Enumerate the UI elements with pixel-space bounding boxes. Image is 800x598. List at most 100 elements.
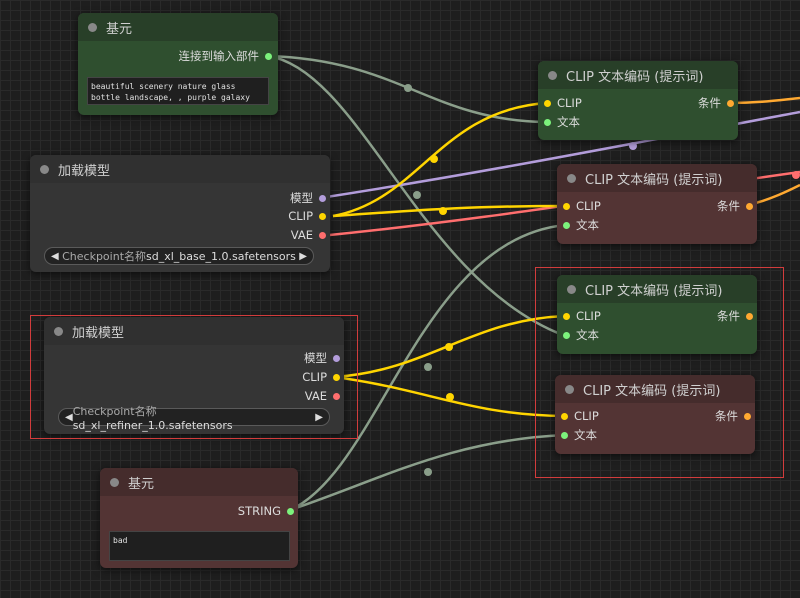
wire-midpoint[interactable] xyxy=(404,84,412,92)
port-dot-icon[interactable] xyxy=(746,312,753,320)
output-port-model[interactable]: 模型 xyxy=(290,190,326,206)
input-port-text[interactable]: 文本 xyxy=(563,217,599,233)
port-dot-icon[interactable] xyxy=(333,373,340,381)
wire-midpoint[interactable] xyxy=(430,155,438,163)
combo-right-arrow-icon[interactable]: ▶ xyxy=(299,251,307,262)
combo-left-arrow-icon[interactable]: ◀ xyxy=(51,251,59,262)
node-title: CLIP 文本编码 (提示词) xyxy=(585,283,723,299)
port-dot-icon[interactable] xyxy=(746,202,753,210)
output-port-conditioning[interactable]: 条件 xyxy=(717,198,753,214)
port-dot-icon[interactable] xyxy=(319,194,326,202)
output-port-dot-icon[interactable] xyxy=(287,507,294,515)
combo-value: sd_xl_refiner_1.0.safetensors xyxy=(72,418,233,432)
output-label: CLIP xyxy=(302,370,327,384)
collapse-dot-icon[interactable] xyxy=(548,70,557,80)
output-label: STRING xyxy=(237,504,281,518)
port-dot-icon[interactable] xyxy=(563,312,570,320)
output-port-clip[interactable]: CLIP xyxy=(302,369,340,385)
input-label: CLIP xyxy=(557,96,582,110)
node-header[interactable]: 基元 xyxy=(100,468,298,496)
output-port-conditioning[interactable]: 条件 xyxy=(717,308,753,324)
combo-right-arrow-icon[interactable]: ▶ xyxy=(315,412,323,423)
wire-midpoint[interactable] xyxy=(439,207,447,215)
port-dot-icon[interactable] xyxy=(319,231,326,239)
wire-cond-encode1-out xyxy=(729,96,800,105)
node-title: 基元 xyxy=(128,476,155,492)
input-port-clip[interactable]: CLIP xyxy=(561,408,599,424)
checkpoint-loader-refiner[interactable]: 加载模型 模型 CLIP VAE ◀ Checkpoint名称sd_xl_ref… xyxy=(44,317,344,434)
wire-midpoint[interactable] xyxy=(629,142,637,150)
output-label: 条件 xyxy=(715,409,738,423)
port-dot-icon[interactable] xyxy=(563,331,570,339)
port-dot-icon[interactable] xyxy=(563,202,570,210)
clip-text-encode-node-4[interactable]: CLIP 文本编码 (提示词) CLIP 文本 条件 xyxy=(555,375,755,454)
collapse-dot-icon[interactable] xyxy=(565,384,574,394)
port-dot-icon[interactable] xyxy=(544,99,551,107)
clip-text-encode-node-2[interactable]: CLIP 文本编码 (提示词) CLIP 文本 条件 xyxy=(557,164,757,244)
input-port-text[interactable]: 文本 xyxy=(563,327,599,343)
checkpoint-combo[interactable]: ◀ Checkpoint名称sd_xl_base_1.0.safetensors… xyxy=(44,247,314,265)
input-label: 文本 xyxy=(574,428,597,442)
checkpoint-loader-base[interactable]: 加载模型 模型 CLIP VAE ◀ Checkpoint名称sd_xl_bas… xyxy=(30,155,330,272)
port-dot-icon[interactable] xyxy=(744,412,751,420)
collapse-dot-icon[interactable] xyxy=(567,173,576,183)
node-header[interactable]: CLIP 文本编码 (提示词) xyxy=(555,375,755,403)
output-port-conditioning[interactable]: 条件 xyxy=(715,408,751,424)
primitive-node-top[interactable]: 基元 连接到输入部件 beautiful scenery nature glas… xyxy=(78,13,278,115)
input-label: 文本 xyxy=(557,115,580,129)
output-port-model[interactable]: 模型 xyxy=(304,350,340,366)
node-header[interactable]: 基元 xyxy=(78,13,278,41)
input-port-text[interactable]: 文本 xyxy=(561,427,597,443)
output-label: 条件 xyxy=(698,96,721,110)
port-dot-icon[interactable] xyxy=(333,354,340,362)
node-header[interactable]: 加载模型 xyxy=(44,317,344,345)
port-dot-icon[interactable] xyxy=(561,412,568,420)
output-port-row[interactable]: STRING xyxy=(238,503,294,519)
collapse-dot-icon[interactable] xyxy=(88,22,97,32)
node-header[interactable]: CLIP 文本编码 (提示词) xyxy=(538,61,738,89)
clip-text-encode-node-3[interactable]: CLIP 文本编码 (提示词) CLIP 文本 条件 xyxy=(557,275,757,354)
wire-midpoint[interactable] xyxy=(792,171,800,179)
port-dot-icon[interactable] xyxy=(727,99,734,107)
primitive-node-bottom[interactable]: 基元 STRING bad xyxy=(100,468,298,568)
node-title: CLIP 文本编码 (提示词) xyxy=(566,69,704,85)
output-label: 模型 xyxy=(290,191,313,205)
wire-midpoint[interactable] xyxy=(445,343,453,351)
input-port-clip[interactable]: CLIP xyxy=(563,308,601,324)
node-header[interactable]: 加载模型 xyxy=(30,155,330,183)
checkpoint-combo[interactable]: ◀ Checkpoint名称sd_xl_refiner_1.0.safetens… xyxy=(58,404,330,432)
wire-midpoint[interactable] xyxy=(446,393,454,401)
output-port-row[interactable]: 连接到输入部件 xyxy=(178,48,272,64)
input-port-clip[interactable]: CLIP xyxy=(544,95,582,111)
node-title: CLIP 文本编码 (提示词) xyxy=(585,172,723,188)
wire-midpoint[interactable] xyxy=(413,191,421,199)
clip-text-encode-node-1[interactable]: CLIP 文本编码 (提示词) CLIP 文本 条件 xyxy=(538,61,738,140)
wire-midpoint[interactable] xyxy=(424,468,432,476)
port-dot-icon[interactable] xyxy=(563,221,570,229)
port-dot-icon[interactable] xyxy=(319,212,326,220)
node-header[interactable]: CLIP 文本编码 (提示词) xyxy=(557,275,757,303)
output-label: CLIP xyxy=(288,209,313,223)
collapse-dot-icon[interactable] xyxy=(54,326,63,336)
input-port-text[interactable]: 文本 xyxy=(544,114,580,130)
combo-label: Checkpoint名称 xyxy=(72,404,157,418)
port-dot-icon[interactable] xyxy=(333,392,340,400)
input-port-clip[interactable]: CLIP xyxy=(563,198,601,214)
port-dot-icon[interactable] xyxy=(561,431,568,439)
node-header[interactable]: CLIP 文本编码 (提示词) xyxy=(557,164,757,192)
collapse-dot-icon[interactable] xyxy=(40,164,49,174)
prompt-textarea[interactable]: beautiful scenery nature glass bottle la… xyxy=(87,77,269,105)
port-dot-icon[interactable] xyxy=(544,118,551,126)
output-label: 连接到输入部件 xyxy=(178,49,260,63)
output-port-dot-icon[interactable] xyxy=(265,52,272,60)
collapse-dot-icon[interactable] xyxy=(567,284,576,294)
combo-left-arrow-icon[interactable]: ◀ xyxy=(65,412,73,423)
wire-midpoint[interactable] xyxy=(424,363,432,371)
output-port-clip[interactable]: CLIP xyxy=(288,208,326,224)
output-port-conditioning[interactable]: 条件 xyxy=(698,95,734,111)
node-title: 加载模型 xyxy=(72,325,125,341)
collapse-dot-icon[interactable] xyxy=(110,477,119,487)
output-port-vae[interactable]: VAE xyxy=(291,227,326,243)
input-label: 文本 xyxy=(576,218,599,232)
prompt-textarea[interactable]: bad xyxy=(109,531,290,561)
